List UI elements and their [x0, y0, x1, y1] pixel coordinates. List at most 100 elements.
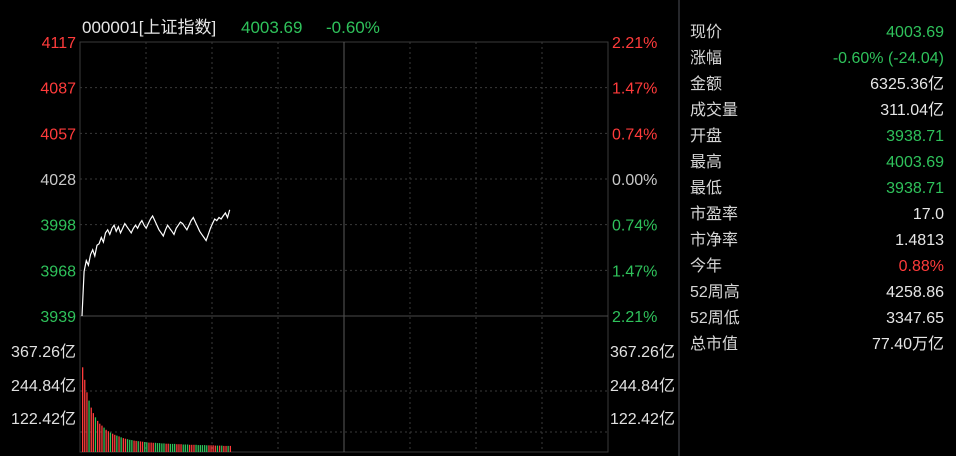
stat-value: 3347.65	[886, 310, 944, 327]
stat-label: 开盘	[690, 128, 723, 145]
volume-tick-right: 367.26亿	[610, 343, 675, 361]
volume-bar	[193, 444, 195, 452]
stat-value: 311.04亿	[880, 102, 944, 119]
volume-bar	[146, 442, 148, 452]
volume-bar	[195, 444, 197, 452]
volume-bar	[126, 439, 129, 452]
volume-bar	[186, 444, 189, 452]
pct-tick-right: 1.47%	[612, 81, 657, 98]
volume-tick-left: 122.42亿	[11, 410, 76, 428]
volume-bar	[107, 431, 109, 452]
volume-bar	[206, 445, 208, 452]
volume-bar	[131, 440, 133, 452]
stat-row: 市净率 1.4813	[690, 228, 944, 254]
volume-bar	[184, 444, 186, 452]
volume-bar	[171, 443, 174, 452]
volume-tick-left: 367.26亿	[11, 343, 76, 361]
volume-bar	[137, 441, 139, 452]
volume-bar	[227, 445, 229, 452]
volume-bar	[154, 442, 157, 452]
volume-bar	[135, 440, 137, 452]
stat-value: 1.4813	[895, 232, 944, 249]
volume-bar	[148, 442, 150, 452]
volume-bar	[150, 442, 152, 452]
volume-bar	[210, 445, 212, 452]
volume-bar	[159, 443, 161, 452]
volume-bar	[201, 445, 204, 452]
volume-bar	[141, 441, 144, 452]
volume-bar	[223, 445, 225, 452]
price-tick-left: 3968	[40, 263, 76, 280]
stat-row: 市盈率 17.0	[690, 202, 944, 228]
header-change-pct: -0.60%	[326, 18, 380, 37]
stat-label: 金额	[690, 76, 723, 93]
volume-bar	[212, 445, 214, 452]
volume-bar	[129, 439, 131, 452]
stat-value: 0.88%	[898, 258, 944, 275]
stat-value: 3938.71	[886, 128, 944, 145]
volume-bar	[101, 425, 103, 452]
stat-row: 总市值 77.40万亿	[690, 332, 944, 358]
volume-bar	[94, 417, 97, 452]
volume-bars	[82, 367, 231, 452]
volume-tick-right: 244.84亿	[610, 377, 675, 395]
pct-tick-right: 0.74%	[612, 218, 657, 235]
volume-bar	[208, 445, 210, 452]
stat-row: 涨幅 -0.60% (-24.04)	[690, 46, 944, 72]
volume-bar	[176, 444, 178, 452]
stat-label: 成交量	[690, 102, 739, 119]
volume-bar	[144, 442, 146, 452]
volume-tick-left: 244.84亿	[11, 377, 76, 395]
volume-bar	[133, 440, 135, 452]
volume-bar	[92, 413, 94, 452]
pct-tick-right: 0.74%	[612, 126, 657, 143]
volume-bar	[199, 445, 201, 452]
stat-value: -0.60% (-24.04)	[832, 50, 944, 67]
volume-bar	[112, 433, 114, 452]
price-line	[81, 209, 231, 317]
panel-divider	[678, 0, 680, 456]
volume-bar	[118, 436, 120, 452]
volume-bar	[214, 445, 216, 452]
price-tick-left: 3998	[40, 218, 76, 235]
stat-label: 市净率	[690, 232, 739, 249]
price-tick-left: 3939	[40, 309, 76, 326]
volume-bar	[114, 434, 116, 452]
volume-bar	[165, 443, 167, 452]
stat-label: 最高	[690, 154, 723, 171]
volume-bar	[139, 441, 142, 452]
price-tick-left: 4117	[42, 35, 77, 52]
pct-tick-right: 2.21%	[612, 309, 657, 326]
stat-label: 52周高	[690, 284, 740, 301]
price-line-group	[81, 209, 231, 317]
volume-bar	[82, 367, 84, 452]
volume-bar	[180, 444, 182, 452]
chart-grid	[79, 41, 609, 453]
stat-value: 4003.69	[886, 154, 944, 171]
stat-label: 涨幅	[690, 50, 723, 67]
volume-bar	[204, 445, 206, 452]
volume-bar	[189, 444, 191, 452]
stat-row: 52周低 3347.65	[690, 306, 944, 332]
stat-label: 最低	[690, 180, 723, 197]
volume-bar	[105, 429, 107, 452]
stat-value: 4258.86	[886, 284, 944, 301]
volume-bar	[88, 400, 90, 452]
volume-bar	[216, 445, 219, 452]
pct-tick-right: 1.47%	[612, 263, 657, 280]
volume-bar	[97, 420, 99, 452]
stat-label: 今年	[690, 258, 723, 275]
stat-label: 现价	[690, 24, 723, 41]
volume-bar	[174, 443, 176, 452]
volume-bar	[116, 435, 118, 452]
volume-bar	[191, 444, 193, 452]
stat-value: 3938.71	[886, 180, 944, 197]
intraday-chart[interactable]: 4117 4087 4057 4028 3998 3968 3939 2.21% 1.47% 0.…	[0, 0, 678, 456]
volume-bar	[152, 442, 154, 452]
price-tick-left: 4087	[40, 81, 76, 98]
volume-bar	[169, 443, 171, 452]
pct-tick-right: 2.21%	[612, 35, 657, 52]
volume-bar	[225, 445, 227, 452]
volume-bar	[84, 379, 86, 452]
stat-row: 最高 4003.69	[690, 150, 944, 176]
